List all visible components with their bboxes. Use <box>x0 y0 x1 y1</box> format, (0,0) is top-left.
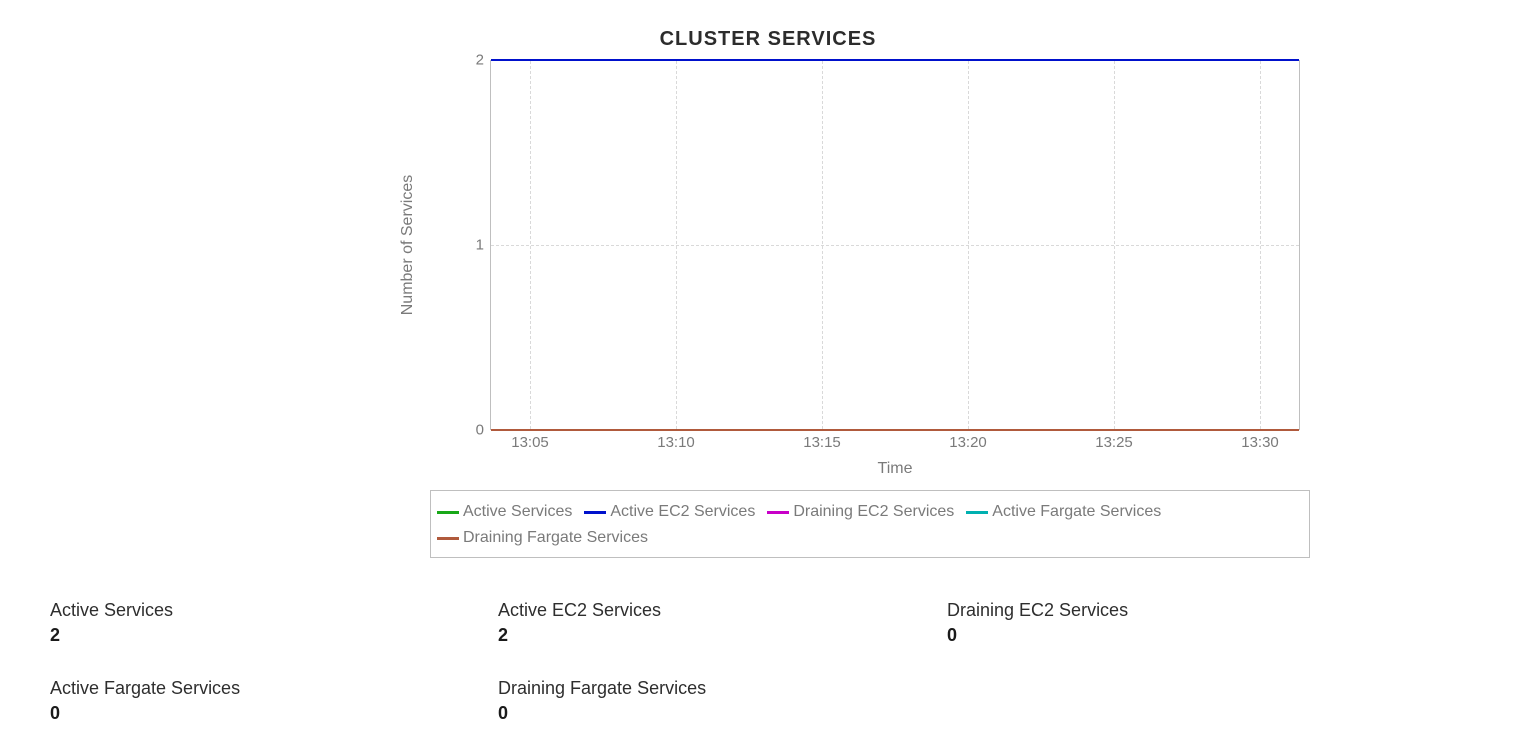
stat-block: Active Fargate Services 0 <box>50 678 240 724</box>
legend-item: Draining Fargate Services <box>437 525 648 551</box>
grid-line <box>1114 61 1115 429</box>
stat-block: Draining Fargate Services 0 <box>498 678 706 724</box>
legend-label: Active EC2 Services <box>610 503 755 520</box>
x-tick: 13:15 <box>803 434 841 451</box>
x-tick: 13:30 <box>1241 434 1279 451</box>
legend-label: Draining Fargate Services <box>463 529 648 546</box>
series-line <box>491 59 1299 61</box>
legend-swatch <box>584 511 606 514</box>
legend-item: Active Fargate Services <box>966 499 1161 525</box>
stat-value: 2 <box>50 625 173 646</box>
x-tick: 13:05 <box>511 434 549 451</box>
chart-title: CLUSTER SERVICES <box>0 28 1536 51</box>
series-line <box>491 429 1299 431</box>
stat-label: Draining Fargate Services <box>498 678 706 699</box>
stat-block: Active EC2 Services 2 <box>498 600 661 646</box>
page-root: CLUSTER SERVICES Number of Services Time… <box>0 0 1536 742</box>
grid-line <box>968 61 969 429</box>
x-tick: 13:20 <box>949 434 987 451</box>
chart-area: Number of Services Time 012 13:0513:1013… <box>430 60 1310 500</box>
legend-swatch <box>767 511 789 514</box>
grid-line <box>491 245 1299 246</box>
y-tick: 2 <box>476 52 484 69</box>
legend-item: Active Services <box>437 499 572 525</box>
x-tick: 13:25 <box>1095 434 1133 451</box>
stat-value: 0 <box>498 703 706 724</box>
grid-line <box>822 61 823 429</box>
y-tick: 0 <box>476 422 484 439</box>
legend-swatch <box>437 511 459 514</box>
legend-item: Active EC2 Services <box>584 499 755 525</box>
stat-label: Active Fargate Services <box>50 678 240 699</box>
x-axis-label: Time <box>490 460 1300 478</box>
x-tick: 13:10 <box>657 434 695 451</box>
legend-label: Active Fargate Services <box>992 503 1161 520</box>
legend-item: Draining EC2 Services <box>767 499 954 525</box>
legend-swatch <box>966 511 988 514</box>
grid-line <box>676 61 677 429</box>
stat-block: Active Services 2 <box>50 600 173 646</box>
legend-label: Draining EC2 Services <box>793 503 954 520</box>
stat-value: 2 <box>498 625 661 646</box>
chart-legend: Active Services Active EC2 Services Draini… <box>430 490 1310 558</box>
y-tick: 1 <box>476 237 484 254</box>
stat-label: Active EC2 Services <box>498 600 661 621</box>
legend-label: Active Services <box>463 503 572 520</box>
stat-value: 0 <box>50 703 240 724</box>
stat-label: Active Services <box>50 600 173 621</box>
stat-label: Draining EC2 Services <box>947 600 1128 621</box>
grid-line <box>530 61 531 429</box>
y-axis-label: Number of Services <box>399 175 417 316</box>
stat-block: Draining EC2 Services 0 <box>947 600 1128 646</box>
grid-line <box>1260 61 1261 429</box>
legend-swatch <box>437 537 459 540</box>
stat-value: 0 <box>947 625 1128 646</box>
